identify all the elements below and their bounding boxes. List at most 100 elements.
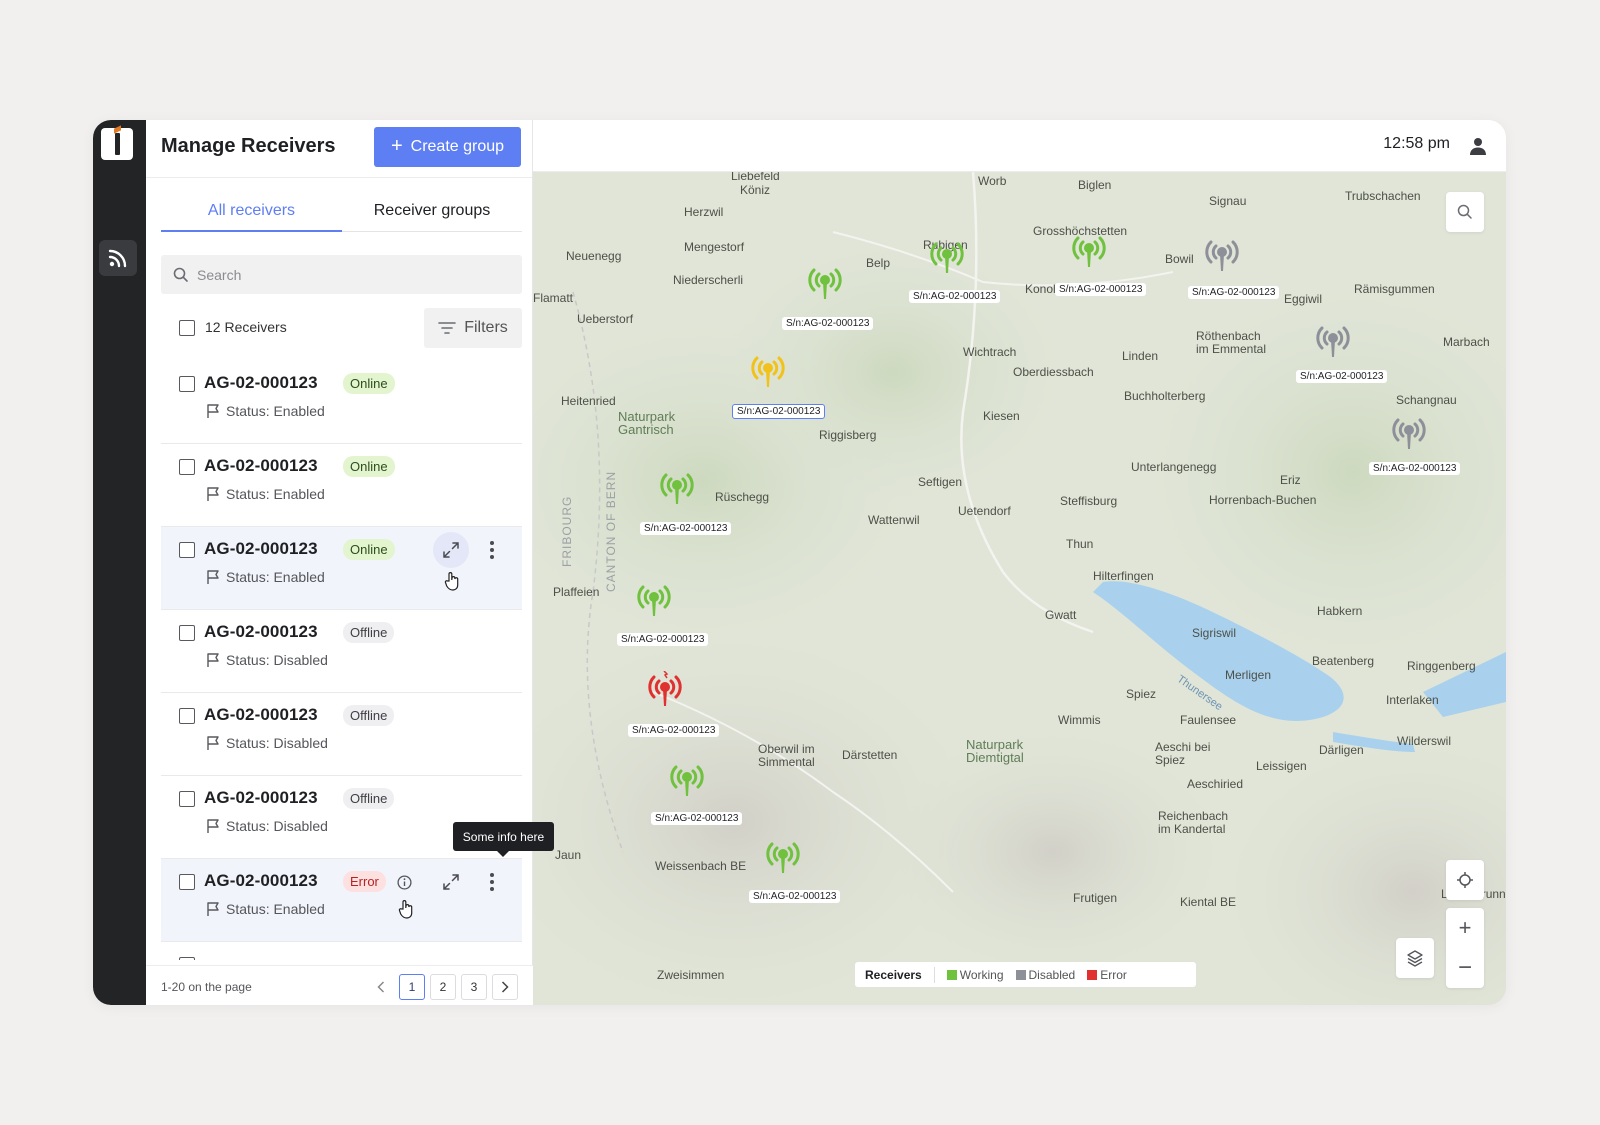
place-label: Aeschiried [1187, 777, 1244, 791]
receiver-marker-label[interactable]: S/n:AG-02-000123 [1369, 462, 1461, 475]
legend-item-working: Working [946, 968, 1004, 982]
receiver-marker-working[interactable] [927, 238, 975, 276]
status-badge: Online [343, 373, 395, 394]
status-text: Status: Enabled [226, 403, 325, 419]
page-3-button[interactable]: 3 [461, 974, 487, 1000]
receiver-marker-working[interactable] [634, 581, 682, 619]
receiver-marker-working[interactable] [763, 838, 811, 876]
zoom-out-button[interactable]: − [1446, 948, 1484, 988]
list-item[interactable]: AG-02-000123 Error Status: Enabled [161, 859, 522, 942]
list-item[interactable]: AG-02-000123 Online Status: Enabled [161, 527, 522, 610]
row-checkbox[interactable] [179, 625, 195, 641]
receiver-marker-label[interactable]: S/n:AG-02-000123 [1055, 283, 1147, 296]
flag-icon [207, 570, 219, 584]
place-label: Beatenberg [1312, 654, 1375, 668]
antenna-icon [1392, 418, 1426, 449]
place-label: Därstetten [842, 748, 898, 762]
expand-button[interactable] [433, 864, 469, 900]
receiver-marker-label[interactable]: S/n:AG-02-000123 [782, 317, 874, 330]
list-item[interactable]: AG-02-000123 Offline Status: Disabled [161, 610, 522, 693]
create-group-button[interactable]: + Create group [374, 127, 521, 167]
list-item[interactable]: AG-02-000123 Online Status: Enabled [161, 444, 522, 527]
receiver-status: Status: Enabled [205, 901, 325, 917]
receiver-marker-working[interactable] [657, 469, 705, 507]
place-label: Riggisberg [819, 428, 877, 442]
place-label: Leissigen [1256, 759, 1307, 773]
row-checkbox[interactable] [179, 874, 195, 890]
receiver-marker-label[interactable]: S/n:AG-02-000123 [732, 404, 826, 419]
receiver-marker-disabled[interactable] [1202, 236, 1250, 274]
locate-button[interactable] [1446, 860, 1484, 900]
place-label: Därligen [1319, 743, 1364, 757]
antenna-icon [766, 842, 800, 873]
row-checkbox[interactable] [179, 376, 195, 392]
more-options-button[interactable] [482, 867, 502, 897]
region-label: FRIBOURG [560, 495, 574, 567]
list-item[interactable]: AG-02-000123 Offline Status: Disabled [161, 693, 522, 776]
tab-all-receivers[interactable]: All receivers [161, 202, 342, 220]
receivers-panel: Manage Receivers + Create group All rece… [146, 120, 533, 1005]
receiver-marker-disabled[interactable] [1313, 322, 1361, 360]
row-checkbox[interactable] [179, 708, 195, 724]
place-label: Spiez [1126, 687, 1157, 701]
place-label: Frutigen [1073, 891, 1118, 905]
legend-item-error: Error [1087, 968, 1127, 982]
place-label: Jaun [555, 848, 582, 862]
layers-button[interactable] [1396, 938, 1434, 978]
receiver-marker-label[interactable]: S/n:AG-02-000123 [617, 633, 709, 646]
legend-label: Error [1100, 967, 1127, 982]
page-2-button[interactable]: 2 [430, 974, 456, 1000]
status-badge: Online [343, 456, 395, 477]
list-item-partial[interactable] [161, 942, 522, 960]
receiver-status: Status: Enabled [205, 486, 325, 502]
list-item[interactable]: AG-02-000123 Online Status: Enabled [161, 361, 522, 444]
search-input[interactable] [197, 266, 497, 283]
antenna-icon [670, 765, 704, 796]
receiver-marker-label[interactable]: S/n:AG-02-000123 [909, 290, 1001, 303]
zoom-in-button[interactable]: + [1446, 908, 1484, 948]
receiver-marker-label[interactable]: S/n:AG-02-000123 [651, 812, 743, 825]
place-label: Unterlangenegg [1131, 460, 1217, 474]
expand-button[interactable] [433, 532, 469, 568]
place-label: Zweisimmen [657, 968, 725, 982]
row-checkbox[interactable] [179, 791, 195, 807]
page-1-button[interactable]: 1 [399, 974, 425, 1000]
place-label: Wimmis [1058, 713, 1101, 727]
receiver-marker-label[interactable]: S/n:AG-02-000123 [628, 724, 720, 737]
receiver-marker-disabled[interactable] [1389, 414, 1437, 452]
receivers-nav-button[interactable] [99, 240, 137, 276]
map-search-button[interactable] [1446, 192, 1484, 232]
filters-button[interactable]: Filters [424, 308, 522, 348]
receiver-marker-label[interactable]: S/n:AG-02-000123 [1296, 370, 1388, 383]
map-view[interactable]: Liebefeld Köniz Worb Biglen Signau Trubs… [533, 172, 1506, 1005]
select-all-checkbox[interactable] [179, 320, 195, 336]
receiver-marker-label[interactable]: S/n:AG-02-000123 [640, 522, 732, 535]
receiver-marker-label[interactable]: S/n:AG-02-000123 [749, 890, 841, 903]
place-label: Buchholterberg [1124, 389, 1206, 403]
row-checkbox[interactable] [179, 957, 195, 960]
search-box[interactable] [161, 255, 522, 294]
filters-label: Filters [464, 319, 508, 336]
pagination: 1-20 on the page 1 2 3 [146, 965, 533, 1005]
place-label: Kiesen [983, 409, 1020, 423]
receiver-id: AG-02-000123 [204, 539, 318, 558]
place-label: Faulensee [1180, 713, 1237, 727]
next-page-button[interactable] [492, 974, 518, 1000]
place-label: Signau [1209, 194, 1247, 208]
kebab-icon [490, 873, 494, 891]
receiver-marker-error[interactable] [645, 670, 693, 709]
tab-receiver-groups[interactable]: Receiver groups [342, 202, 522, 220]
receiver-marker-pending[interactable] [748, 352, 796, 390]
receiver-marker-label[interactable]: S/n:AG-02-000123 [1188, 286, 1280, 299]
receiver-marker-working[interactable] [1069, 232, 1117, 270]
user-menu-button[interactable] [1464, 132, 1492, 160]
info-button[interactable] [392, 864, 416, 900]
prev-page-button[interactable] [368, 974, 394, 1000]
more-options-button[interactable] [482, 535, 502, 565]
place-label: Interlaken [1386, 693, 1439, 707]
row-checkbox[interactable] [179, 542, 195, 558]
row-checkbox[interactable] [179, 459, 195, 475]
receiver-marker-working[interactable] [667, 761, 715, 799]
filter-icon [438, 322, 457, 334]
receiver-marker-working[interactable] [805, 264, 853, 302]
